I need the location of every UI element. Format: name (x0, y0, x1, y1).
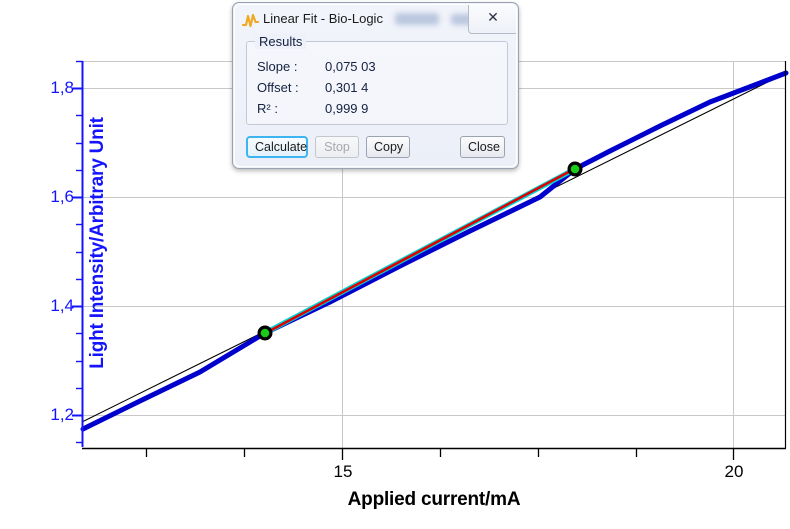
close-button[interactable]: Close (460, 136, 505, 158)
y-tick-label-1-2: 1,2 (50, 405, 74, 424)
copy-button[interactable]: Copy (366, 136, 410, 158)
linear-fit-dialog[interactable]: Linear Fit - Bio-Logic ✕ Results Slope :… (232, 2, 519, 169)
dialog-inner: Linear Fit - Bio-Logic ✕ Results Slope :… (234, 4, 517, 167)
x-axis-title: Applied current/mA (347, 489, 521, 510)
slope-label: Slope : (257, 59, 298, 74)
dialog-title: Linear Fit - Bio-Logic (263, 11, 383, 26)
r-squared-label: R² : (257, 101, 278, 116)
y-axis-title: Light Intensity/Arbitrary Unit (87, 117, 108, 369)
waveform-icon (242, 13, 259, 28)
y-tick-label-1-8: 1,8 (50, 78, 74, 97)
x-tick-label-20: 20 (724, 462, 744, 481)
y-tick-label-1-6: 1,6 (50, 187, 74, 206)
stop-button: Stop (315, 136, 359, 158)
fit-start-marker[interactable] (260, 328, 270, 338)
x-tick-label-15: 15 (333, 462, 353, 481)
x-ticks (145, 448, 735, 460)
y-tick-label-1-4: 1,4 (50, 296, 74, 315)
fit-end-marker[interactable] (570, 164, 580, 174)
close-icon: ✕ (487, 10, 499, 26)
dialog-titlebar[interactable]: Linear Fit - Bio-Logic ✕ (235, 5, 516, 35)
calculate-button[interactable]: Calculate (246, 136, 308, 158)
titlebar-close-button[interactable]: ✕ (468, 5, 516, 34)
dialog-button-row: Calculate Stop Copy Close (235, 133, 516, 166)
slope-value: 0,075 03 (325, 59, 376, 74)
offset-label: Offset : (257, 80, 299, 95)
results-group-label: Results (255, 34, 307, 49)
r-squared-value: 0,999 9 (325, 101, 369, 116)
offset-value: 0,301 4 (325, 80, 369, 95)
